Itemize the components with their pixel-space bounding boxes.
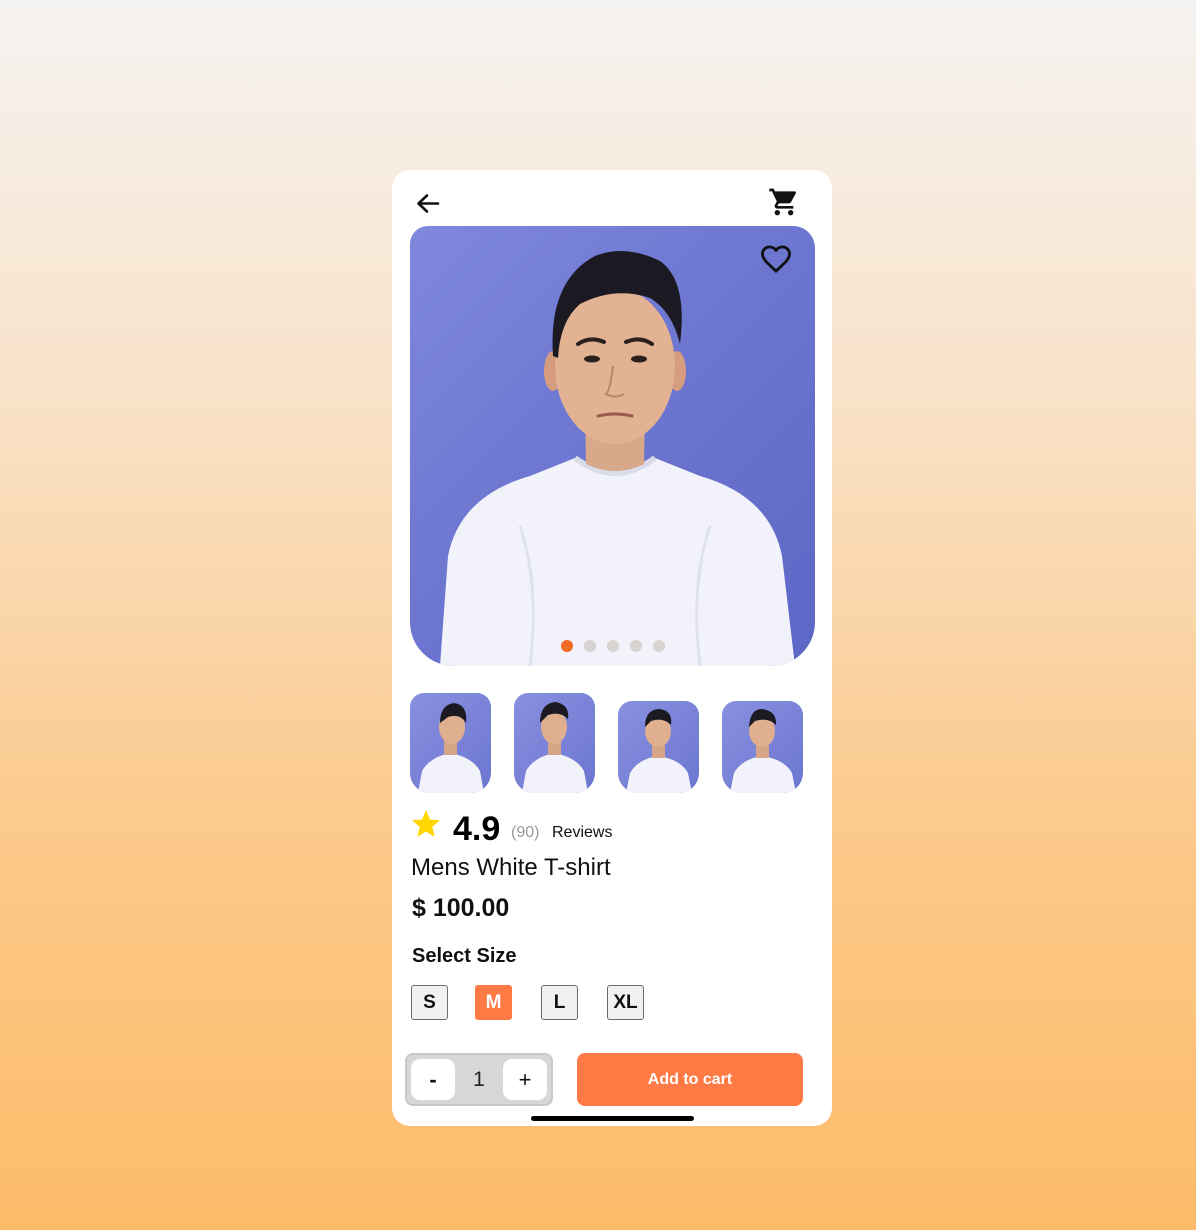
add-to-cart-button[interactable]: Add to cart xyxy=(577,1053,803,1106)
thumbnail-photo xyxy=(418,703,484,793)
rating-score: 4.9 xyxy=(453,810,501,848)
thumbnail-photo xyxy=(730,709,796,793)
increase-quantity-button[interactable]: + xyxy=(503,1059,547,1100)
carousel-dot[interactable] xyxy=(652,640,665,652)
model-photo xyxy=(440,251,795,666)
heart-outline-icon xyxy=(761,245,791,273)
thumbnail-photo xyxy=(522,702,588,793)
thumbnail-strip xyxy=(410,693,815,793)
shopping-cart-icon xyxy=(769,188,797,216)
quantity-value: 1 xyxy=(473,1067,485,1091)
size-option-m[interactable]: M xyxy=(475,985,512,1020)
thumbnail-1[interactable] xyxy=(410,693,491,793)
thumbnail-photo xyxy=(626,709,692,793)
size-option-l[interactable]: L xyxy=(541,985,578,1020)
cart-button[interactable] xyxy=(768,186,800,218)
arrow-left-icon xyxy=(417,194,440,213)
product-screen: 4.9 (90) Reviews Mens White T-shirt $ 10… xyxy=(392,170,832,1126)
carousel-dot[interactable] xyxy=(583,640,596,652)
home-indicator xyxy=(531,1116,694,1121)
product-price: $ 100.00 xyxy=(412,894,510,922)
back-button[interactable] xyxy=(412,188,444,220)
reviews-link[interactable]: Reviews xyxy=(552,824,612,842)
top-bar xyxy=(392,170,832,226)
rating-row: 4.9 (90) Reviews xyxy=(410,808,790,848)
size-option-xl[interactable]: XL xyxy=(607,985,644,1020)
review-count: (90) xyxy=(511,824,540,841)
quantity-stepper: - 1 + xyxy=(405,1053,553,1106)
star-icon xyxy=(412,810,440,837)
product-image[interactable] xyxy=(410,226,815,666)
favorite-button[interactable] xyxy=(759,242,793,276)
size-option-s[interactable]: S xyxy=(411,985,448,1020)
decrease-quantity-button[interactable]: - xyxy=(411,1059,455,1100)
carousel-dot[interactable] xyxy=(606,640,619,652)
thumbnail-4[interactable] xyxy=(722,701,803,793)
thumbnail-3[interactable] xyxy=(618,701,699,793)
carousel-dot[interactable] xyxy=(629,640,642,652)
carousel-dot[interactable] xyxy=(560,640,573,652)
product-title: Mens White T-shirt xyxy=(411,854,611,881)
thumbnail-2[interactable] xyxy=(514,693,595,793)
size-section-label: Select Size xyxy=(412,945,517,967)
carousel-dots xyxy=(410,640,815,652)
